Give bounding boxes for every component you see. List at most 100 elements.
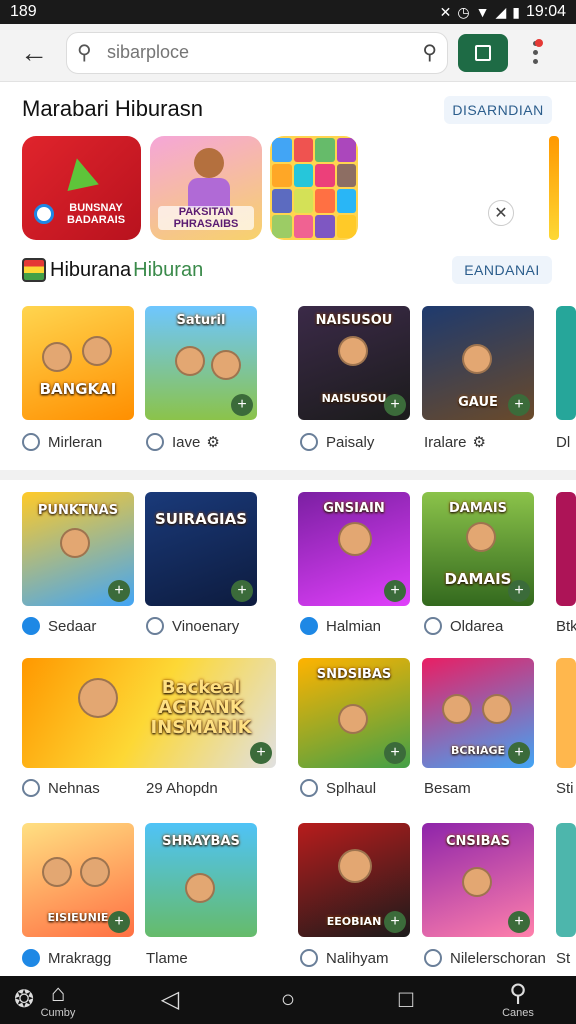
game-tile[interactable]: EISIEUNIE + bbox=[22, 823, 134, 937]
game-tile[interactable]: CNSIBAS + bbox=[422, 823, 534, 937]
character-face bbox=[60, 528, 90, 558]
grid-thumb bbox=[272, 189, 292, 213]
game-tile-title: Saturil bbox=[176, 313, 226, 328]
grid-thumb bbox=[336, 163, 356, 187]
character-face bbox=[462, 344, 492, 374]
game-tile[interactable]: BCRIAGE + bbox=[422, 658, 534, 768]
character-face bbox=[185, 873, 215, 903]
badge-icon bbox=[34, 204, 54, 224]
add-icon[interactable]: + bbox=[108, 911, 130, 933]
top-app-bar: ← ⚲ ⚲ bbox=[0, 24, 576, 82]
game-tile[interactable]: Saturil + bbox=[145, 306, 257, 420]
add-icon[interactable]: + bbox=[508, 580, 530, 602]
game-tile[interactable] bbox=[556, 658, 576, 768]
square-action-button[interactable] bbox=[458, 33, 508, 72]
nav-search[interactable]: ⚲ Canes bbox=[494, 976, 542, 1024]
character-face bbox=[338, 522, 372, 556]
game-tile-title: SNDSIBAS bbox=[316, 667, 392, 682]
game-tile[interactable] bbox=[556, 492, 576, 606]
nav-back[interactable]: ◁ bbox=[154, 976, 186, 1024]
search-submit-icon[interactable]: ⚲ bbox=[422, 40, 437, 65]
add-icon[interactable]: + bbox=[250, 742, 272, 764]
character-face bbox=[482, 694, 512, 724]
game-caption: Btk bbox=[556, 617, 576, 635]
subsection-title: Hiburana bbox=[50, 258, 132, 281]
game-tile[interactable]: GAUE + bbox=[422, 306, 534, 420]
status-time: 19:04 bbox=[525, 3, 566, 20]
character-body bbox=[188, 178, 230, 208]
game-tile[interactable]: SNDSIBAS + bbox=[298, 658, 410, 768]
game-caption: Sti bbox=[556, 779, 574, 797]
character-face bbox=[338, 704, 368, 734]
character-face bbox=[442, 694, 472, 724]
grid-thumb bbox=[336, 138, 356, 162]
add-icon[interactable]: + bbox=[384, 742, 406, 764]
game-icon bbox=[424, 949, 442, 967]
character-face bbox=[462, 867, 492, 897]
featured-card-2[interactable]: PAKSITAN PHRASAIBS bbox=[150, 136, 262, 240]
add-icon[interactable]: + bbox=[108, 580, 130, 602]
search-bar[interactable]: ⚲ ⚲ bbox=[66, 31, 448, 74]
featured-card-label: BUNSNAY BADARAIS bbox=[66, 202, 126, 226]
game-caption: Sedaar bbox=[22, 614, 140, 638]
add-icon[interactable]: + bbox=[508, 911, 530, 933]
game-icon bbox=[300, 617, 318, 635]
game-caption: Tlame bbox=[146, 949, 188, 967]
add-icon[interactable]: + bbox=[384, 580, 406, 602]
home-circle-icon: ○ bbox=[280, 986, 296, 1013]
back-button[interactable]: ← bbox=[10, 29, 58, 77]
game-tile-title: DAMAIS bbox=[448, 501, 508, 516]
game-caption: Oldarea bbox=[424, 614, 544, 638]
game-caption: Dl bbox=[556, 433, 571, 451]
bottom-navigation: ❂ ⌂ Cumby ◁ ○ □ ⚲ Canes bbox=[0, 976, 576, 1024]
alarm-icon: ◷ bbox=[457, 3, 470, 20]
game-icon bbox=[424, 617, 442, 635]
search-input[interactable] bbox=[107, 42, 423, 63]
game-tile[interactable] bbox=[556, 823, 576, 937]
game-tile[interactable]: BANGKAI bbox=[22, 306, 134, 420]
featured-card-1[interactable]: BUNSNAY BADARAIS bbox=[22, 136, 141, 240]
grid-thumb bbox=[336, 189, 356, 213]
add-icon[interactable]: + bbox=[508, 742, 530, 764]
add-icon[interactable]: + bbox=[231, 394, 253, 416]
game-tile-wide[interactable]: Backeal AGRANK INSMARIK + bbox=[22, 658, 276, 768]
character-face bbox=[466, 522, 496, 552]
featured-card-4[interactable] bbox=[549, 136, 559, 240]
game-tile[interactable]: EEOBIAN + bbox=[298, 823, 410, 937]
status-bar: 189 ✕ ◷ ▼ ◢ ▮ 19:04 bbox=[0, 0, 576, 24]
square-icon bbox=[475, 44, 491, 61]
section-divider bbox=[0, 470, 576, 480]
game-tile[interactable]: NAISUSOU NAISUSOU + bbox=[298, 306, 410, 420]
more-options-button[interactable] bbox=[520, 33, 550, 73]
game-caption: Vinoenary bbox=[146, 614, 286, 638]
nav-home[interactable]: ⌂ Cumby bbox=[36, 976, 80, 1024]
section-action-button[interactable]: DISARNDIAN bbox=[444, 96, 552, 124]
game-caption: Besam bbox=[424, 779, 471, 797]
subsection-action-button[interactable]: EANDANAI bbox=[452, 256, 552, 284]
nfc-icon: ✕ bbox=[439, 3, 452, 20]
game-caption: Iralare ⚙ bbox=[424, 433, 486, 452]
game-tile[interactable]: SHRAYBAS bbox=[145, 823, 257, 937]
add-icon[interactable]: + bbox=[231, 580, 253, 602]
game-tile-title: BANGKAI bbox=[39, 380, 117, 398]
game-tile[interactable]: SUIRAGIAS + bbox=[145, 492, 257, 606]
game-icon bbox=[22, 433, 40, 451]
subsection-title-accent: Hiburan bbox=[133, 258, 204, 281]
add-icon[interactable]: + bbox=[384, 911, 406, 933]
add-icon[interactable]: + bbox=[508, 394, 530, 416]
back-triangle-icon: ◁ bbox=[160, 986, 180, 1013]
nav-home-system[interactable]: ○ bbox=[272, 976, 304, 1024]
dot bbox=[532, 50, 538, 55]
dot bbox=[532, 59, 538, 64]
add-icon[interactable]: + bbox=[384, 394, 406, 416]
nav-recents[interactable]: □ bbox=[390, 976, 422, 1024]
game-tile[interactable] bbox=[556, 306, 576, 420]
character-face bbox=[42, 342, 72, 372]
game-tile[interactable]: PUNKTNAS + bbox=[22, 492, 134, 606]
game-caption: Nalihyam bbox=[300, 946, 418, 970]
game-tile[interactable]: DAMAIS DAMAIS + bbox=[422, 492, 534, 606]
featured-card-3[interactable] bbox=[270, 136, 358, 240]
game-tile[interactable]: GNSIAIN + bbox=[298, 492, 410, 606]
close-button[interactable]: ✕ bbox=[488, 200, 514, 226]
game-icon bbox=[22, 779, 40, 797]
